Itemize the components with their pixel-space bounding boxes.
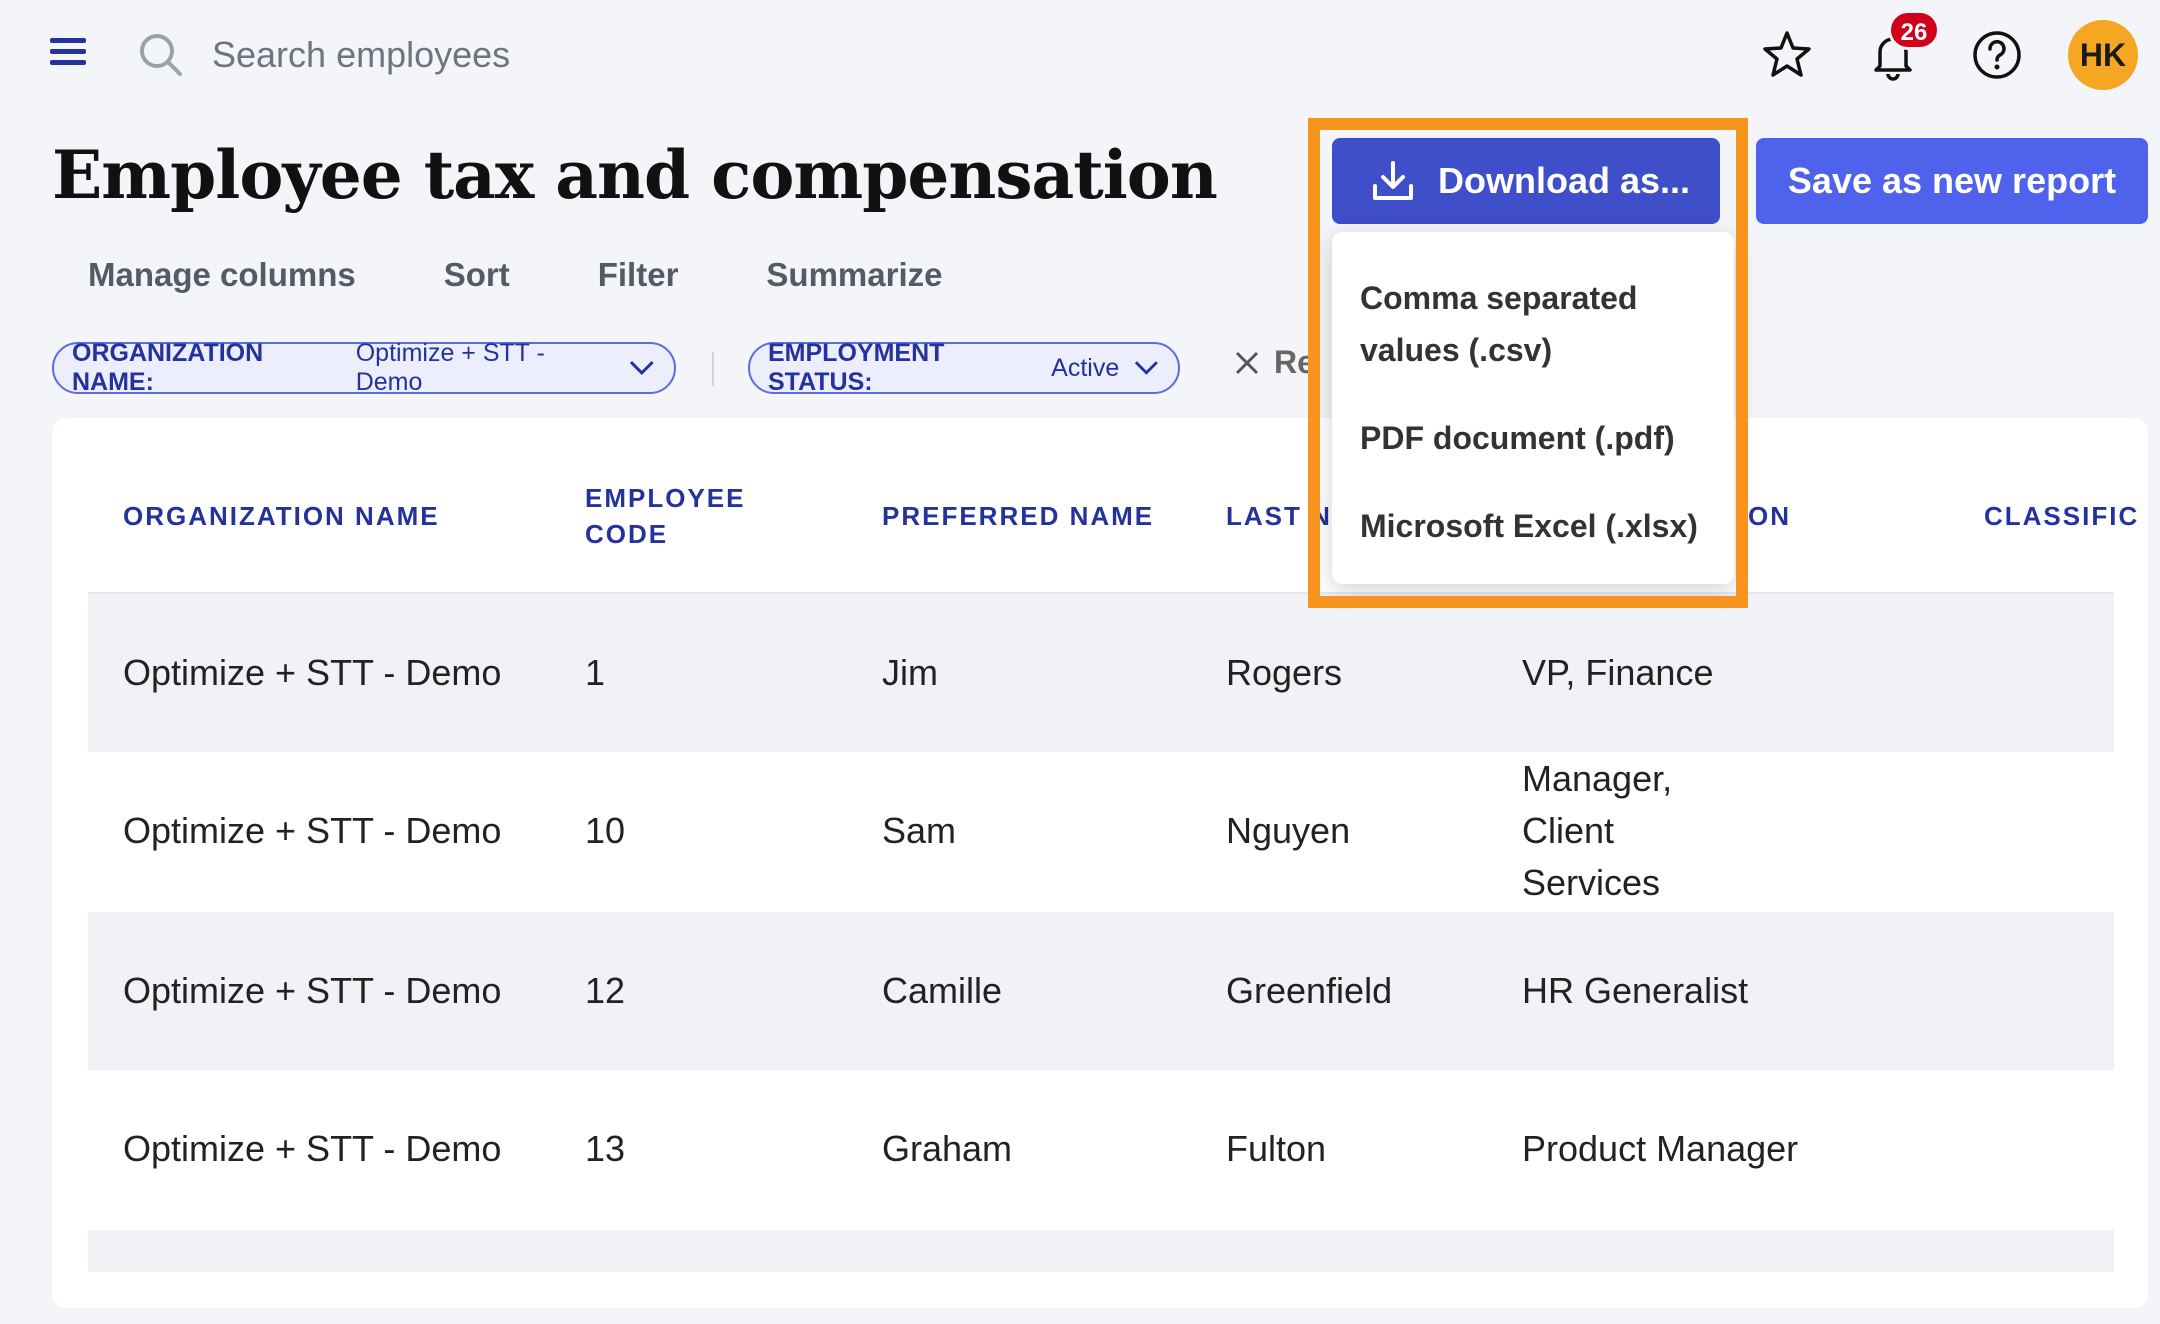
column-header-classification[interactable]: CLASSIFIC [1984, 476, 2139, 556]
chevron-down-icon [630, 361, 655, 376]
avatar[interactable]: HK [2068, 20, 2138, 90]
star-icon[interactable] [1760, 28, 1814, 82]
download-as-label: Download as... [1438, 160, 1691, 201]
download-format-menu: Comma separated values (.csv) PDF docume… [1332, 232, 1734, 584]
menu-item-xlsx[interactable]: Microsoft Excel (.xlsx) [1332, 500, 1734, 552]
close-icon [1235, 351, 1259, 374]
cell-position: Manager, Client Services [1522, 758, 1673, 903]
top-bar: 26 HK [0, 0, 2160, 110]
cell-organization-name: Optimize + STT - Demo [123, 810, 502, 851]
cell-last-name: Rogers [1226, 652, 1343, 693]
filter-chip-value: Active [1051, 353, 1120, 382]
sort-button[interactable]: Sort [444, 256, 510, 294]
search-input[interactable] [212, 30, 912, 80]
filter-chip-organization-name[interactable]: ORGANIZATION NAME: Optimize + STT - Demo [52, 339, 676, 396]
search-icon [140, 34, 182, 76]
save-as-new-report-button[interactable]: Save as new report [1756, 138, 2148, 224]
cell-position: HR Generalist [1522, 970, 1749, 1011]
page-title: Employee tax and compensation [52, 136, 1218, 214]
remove-filters-button[interactable]: Re [1234, 344, 1315, 381]
report-toolbar: Manage columns Sort Filter Summarize [88, 256, 1031, 294]
cell-position: VP, Finance [1522, 652, 1714, 693]
filter-chip-employment-status[interactable]: EMPLOYMENT STATUS: Active [748, 339, 1180, 396]
table-row [88, 1230, 2114, 1272]
filter-chip-value: Optimize + STT - Demo [355, 339, 545, 396]
cell-last-name: Fulton [1226, 1128, 1327, 1169]
report-table: ORGANIZATION NAME EMPLOYEE CODE PREFERRE… [52, 418, 2148, 1308]
cell-employee-code: 1 [585, 652, 606, 693]
cell-preferred-name: Jim [882, 652, 938, 693]
table-row[interactable]: Optimize + STT - Demo 10 Sam Nguyen Mana… [88, 752, 2114, 910]
chevron-down-icon [1135, 361, 1159, 375]
filter-chip-key: EMPLOYMENT STATUS: [768, 339, 945, 396]
table-row[interactable]: Optimize + STT - Demo 1 Jim Rogers VP, F… [88, 594, 2114, 752]
save-as-new-report-label: Save as new report [1787, 160, 2117, 201]
cell-preferred-name: Camille [882, 970, 1003, 1011]
cell-organization-name: Optimize + STT - Demo [123, 1128, 502, 1169]
cell-position: Product Manager [1522, 1128, 1799, 1169]
cell-organization-name: Optimize + STT - Demo [123, 970, 502, 1011]
cell-employee-code: 12 [585, 970, 626, 1011]
filter-chip-key: ORGANIZATION NAME: [72, 339, 264, 396]
cell-preferred-name: Graham [882, 1128, 1013, 1169]
help-icon[interactable] [1970, 28, 2024, 82]
column-header-organization-name[interactable]: ORGANIZATION NAME [123, 476, 440, 556]
filter-button[interactable]: Filter [598, 256, 679, 294]
cell-employee-code: 13 [585, 1128, 626, 1169]
cell-preferred-name: Sam [882, 810, 957, 851]
divider [712, 352, 714, 386]
download-icon [1373, 161, 1413, 200]
summarize-button[interactable]: Summarize [766, 256, 942, 294]
remove-filters-label: Re [1274, 344, 1315, 380]
cell-employee-code: 10 [585, 810, 626, 851]
table-row[interactable]: Optimize + STT - Demo 12 Camille Greenfi… [88, 912, 2114, 1070]
column-header-preferred-name[interactable]: PREFERRED NAME [882, 476, 1154, 556]
manage-columns-button[interactable]: Manage columns [88, 256, 356, 294]
download-as-button[interactable]: Download as... [1332, 138, 1720, 224]
menu-item-csv[interactable]: Comma separated values (.csv) [1332, 272, 1734, 376]
hamburger-menu-icon[interactable] [50, 38, 86, 66]
menu-item-pdf[interactable]: PDF document (.pdf) [1332, 412, 1734, 464]
notification-badge: 26 [1888, 10, 1940, 50]
cell-organization-name: Optimize + STT - Demo [123, 652, 502, 693]
cell-last-name: Greenfield [1226, 970, 1393, 1011]
column-header-employee-code[interactable]: EMPLOYEE CODE [585, 476, 765, 556]
cell-last-name: Nguyen [1226, 810, 1351, 851]
column-header-last-name[interactable]: LAST N [1226, 476, 1332, 556]
table-row[interactable]: Optimize + STT - Demo 13 Graham Fulton P… [88, 1070, 2114, 1228]
column-header-position[interactable]: ON [1748, 476, 1791, 556]
